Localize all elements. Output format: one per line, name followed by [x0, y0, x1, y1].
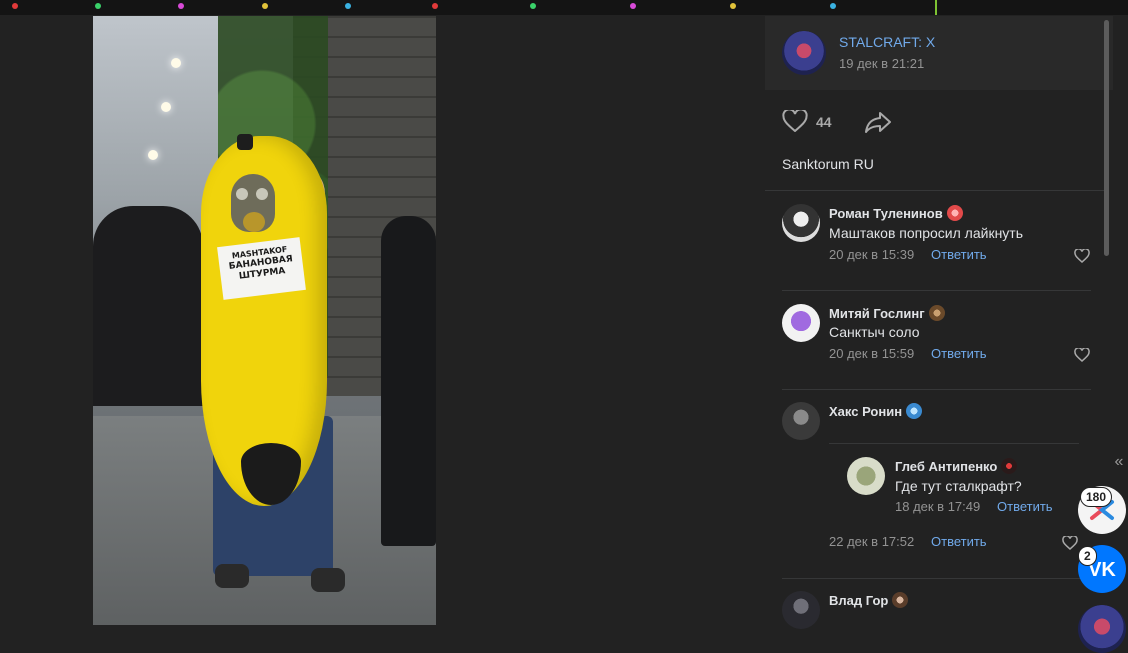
divider [829, 443, 1079, 444]
mask-filter [243, 212, 265, 232]
comment-avatar[interactable] [782, 204, 820, 242]
comment: Митяй Гослинг Санктыч соло 20 дек в 15:5… [765, 290, 1105, 390]
garland-light [262, 3, 268, 9]
comment-author-name[interactable]: Влад Гор [829, 593, 888, 608]
reply-date[interactable]: 18 дек в 17:49 [895, 499, 980, 514]
progress-marker [935, 0, 937, 15]
emoji-icon [906, 403, 923, 419]
reply-author-name[interactable]: Глеб Антипенко [895, 459, 997, 474]
collapse-icon[interactable]: « [1110, 452, 1128, 472]
comment-author[interactable]: Роман Туленинов [829, 205, 963, 221]
ceiling-lamp [148, 150, 158, 160]
share-icon[interactable] [864, 110, 892, 134]
reply-button[interactable]: Ответить [997, 499, 1053, 514]
comment-date[interactable]: 20 дек в 15:39 [829, 247, 914, 262]
garland-light [178, 3, 184, 9]
mask-lens [256, 188, 268, 200]
banana-stem [237, 134, 253, 150]
comment-avatar[interactable] [782, 591, 820, 629]
likes-count: 44 [816, 114, 832, 130]
comment-date[interactable]: 22 дек в 17:52 [829, 534, 914, 549]
post-photo[interactable]: MASHTAKOF БАНАНОВАЯ ШТУРМА [93, 16, 436, 625]
emoji-icon [892, 592, 909, 608]
comment-date[interactable]: 20 дек в 15:59 [829, 346, 914, 361]
garland-light [530, 3, 536, 9]
reply-button[interactable]: Ответить [931, 247, 987, 262]
emoji-icon [946, 205, 963, 221]
comment-author-name[interactable]: Роман Туленинов [829, 206, 943, 221]
comment-author[interactable]: Хакс Ронин [829, 403, 923, 419]
person-right [381, 216, 436, 546]
comment: Хакс Ронин Глеб Антипенко Где тут сталкр… [765, 389, 1105, 579]
heart-icon[interactable] [782, 110, 808, 132]
comment-author[interactable]: Влад Гор [829, 592, 909, 608]
shoe [215, 564, 249, 588]
scrollbar-thumb[interactable] [1104, 20, 1109, 256]
garland-light [730, 3, 736, 9]
reply-text: Где тут сталкрафт? [895, 478, 1022, 494]
garland-light [12, 3, 18, 9]
reply-author[interactable]: Глеб Антипенко [895, 458, 1018, 474]
group-name-link[interactable]: STALCRAFT: X [839, 34, 935, 50]
comment-text: Маштаков попросил лайкнуть [829, 225, 1024, 241]
vk-badge: 2 [1078, 546, 1097, 566]
comment-avatar[interactable] [782, 304, 820, 342]
garland-light [432, 3, 438, 9]
name-sign: MASHTAKOF БАНАНОВАЯ ШТУРМА [217, 237, 306, 300]
comment-heart-icon[interactable] [1062, 536, 1078, 550]
garland-light [95, 3, 101, 9]
reply-button[interactable]: Ответить [931, 346, 987, 361]
ceiling-lamp [171, 58, 181, 68]
profile-avatar-button[interactable] [1078, 605, 1126, 653]
emoji-icon [1001, 458, 1018, 474]
emoji-icon [928, 305, 945, 321]
comment-heart-icon[interactable] [1074, 348, 1090, 362]
comment-avatar[interactable] [782, 402, 820, 440]
group-avatar[interactable] [782, 31, 826, 75]
comment-author-name[interactable]: Хакс Ронин [829, 404, 902, 419]
garland-light [630, 3, 636, 9]
comment-text: Санктыч соло [829, 324, 920, 340]
post-author[interactable]: Sanktorum RU [782, 156, 874, 172]
reply-avatar[interactable] [847, 457, 885, 495]
comment-author[interactable]: Митяй Гослинг [829, 305, 945, 321]
comment: Влад Гор [765, 578, 1105, 639]
top-bar [0, 0, 1128, 15]
ceiling-lamp [161, 102, 171, 112]
shoe [311, 568, 345, 592]
mask-lens [236, 188, 248, 200]
garland-light [345, 3, 351, 9]
comment: Роман Туленинов Маштаков попросил лайкну… [765, 190, 1105, 290]
post-actions: 44 Sanktorum RU [765, 90, 1113, 190]
post-date[interactable]: 19 дек в 21:21 [839, 56, 924, 71]
post-panel: STALCRAFT: X 19 дек в 21:21 44 Sanktorum… [765, 16, 1113, 639]
app-badge: 180 [1080, 487, 1113, 507]
comment-author-name[interactable]: Митяй Гослинг [829, 306, 925, 321]
post-header: STALCRAFT: X 19 дек в 21:21 [765, 16, 1113, 90]
garland-light [830, 3, 836, 9]
comment-heart-icon[interactable] [1074, 249, 1090, 263]
reply-button[interactable]: Ответить [931, 534, 987, 549]
crowd [93, 206, 203, 406]
